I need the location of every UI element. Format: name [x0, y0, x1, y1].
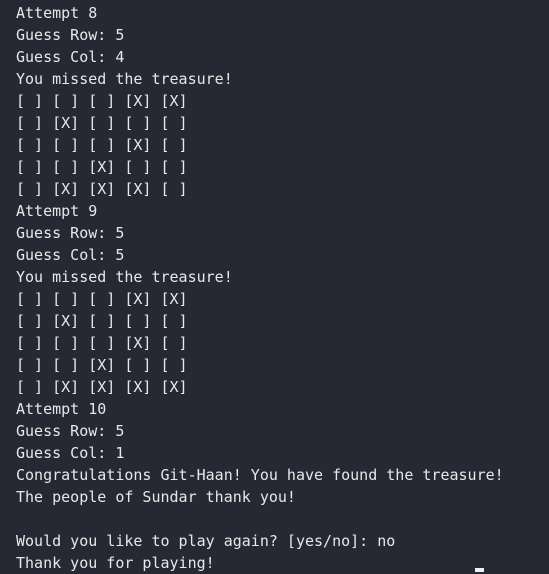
terminal-line: [ ] [X] [ ] [ ] [ ] — [16, 114, 188, 132]
terminal-line: Would you like to play again? [yes/no]: … — [16, 532, 396, 550]
terminal-output[interactable]: Attempt 8 Guess Row: 5 Guess Col: 4 You mis… — [0, 0, 549, 572]
terminal-line: [ ] [ ] [X] [ ] [ ] — [16, 158, 188, 176]
terminal-line: [ ] [ ] [ ] [X] [ ] — [16, 136, 188, 154]
terminal-line: [ ] [X] [X] [X] [ ] — [16, 180, 188, 198]
terminal-line: Attempt 10 — [16, 400, 107, 418]
terminal-line: [ ] [ ] [ ] [X] [X] — [16, 290, 188, 308]
terminal-line: [ ] [X] [ ] [ ] [ ] — [16, 312, 188, 330]
terminal-line: Guess Col: 4 — [16, 48, 125, 66]
terminal-line: Guess Row: 5 — [16, 26, 125, 44]
terminal-line: Guess Row: 5 — [16, 224, 125, 242]
terminal-line: The people of Sundar thank you! — [16, 488, 296, 506]
terminal-cursor — [475, 568, 484, 572]
terminal-line: Congratulations Git-Haan! You have found… — [16, 466, 504, 484]
terminal-line: Guess Col: 1 — [16, 444, 125, 462]
terminal-line: Thank you for playing! — [16, 554, 215, 572]
terminal-line: Guess Col: 5 — [16, 246, 125, 264]
terminal-line: You missed the treasure! — [16, 268, 233, 286]
terminal-line: Attempt 8 — [16, 4, 98, 22]
terminal-line: [ ] [ ] [ ] [X] [X] — [16, 92, 188, 110]
terminal-line: Attempt 9 — [16, 202, 98, 220]
terminal-line: [ ] [X] [X] [X] [X] — [16, 378, 188, 396]
terminal-line: Guess Row: 5 — [16, 422, 125, 440]
terminal-line: [ ] [ ] [ ] [X] [ ] — [16, 334, 188, 352]
terminal-line: You missed the treasure! — [16, 70, 233, 88]
terminal-line: [ ] [ ] [X] [ ] [ ] — [16, 356, 188, 374]
